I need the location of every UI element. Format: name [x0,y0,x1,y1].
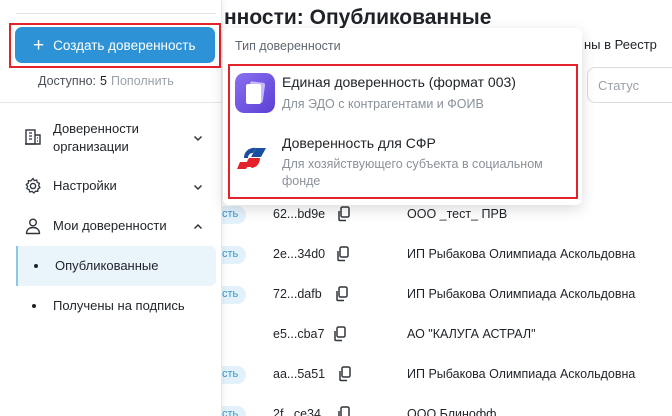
id-cell: 72...dafb [273,287,322,301]
organization-cell: ООО Блинофф [407,407,497,416]
organization-cell: АО "КАЛУГА АСТРАЛ" [407,327,536,341]
id-cell: aa...5a51 [273,367,326,381]
divider [16,13,216,14]
table-row[interactable]: сть 2f...ce34 ООО Блинофф [214,396,672,416]
option-unified-poa[interactable]: Единая доверенность (формат 003) Для ЭДО… [230,68,575,118]
id-cell: 2f...ce34 [273,407,321,416]
sidebar-subitem-published[interactable]: Опубликованные [16,246,216,286]
table-row[interactable]: e5...cba7 АО "КАЛУГА АСТРАЛ" [222,316,672,356]
id-cell: 2e...34d0 [273,247,326,261]
chevron-down-icon [193,184,203,191]
sidebar-item-label: Доверенности организации [53,121,139,154]
bullet [32,304,36,308]
organization-cell: ИП Рыбакова Олимпиада Аскольдовна [407,367,636,381]
status-filter-select[interactable]: Статус [587,67,672,103]
option-title: Единая доверенность (формат 003) [282,74,516,90]
fill-up-link[interactable]: Пополнить [111,74,174,88]
poa-type-dropdown: Тип доверенности Единая доверенность (фо… [223,28,582,205]
sidebar-item-label: Мои доверенности [53,218,167,233]
copy-icon[interactable] [333,326,347,342]
sidebar-subitem-label: Получены на подпись [53,298,185,313]
building-icon [25,129,41,145]
sidebar-item-label: Настройки [53,178,117,193]
sidebar-subitem-received-for-signature[interactable]: Получены на подпись [16,286,216,326]
copy-icon[interactable] [335,286,349,302]
sidebar-subitem-label: Опубликованные [55,258,159,273]
table-row[interactable]: сть 2e...34d0 ИП Рыбакова Олимпиада Аско… [214,236,672,276]
user-icon [25,218,41,235]
chevron-down-icon [193,135,203,142]
sfr-logo-icon [235,137,275,177]
chevron-up-icon [193,223,203,230]
copy-icon[interactable] [338,366,352,382]
table-row[interactable]: сть aa...5a51 ИП Рыбакова Олимпиада Аско… [214,356,672,396]
organization-cell: ООО _тест_ ПРВ [407,207,508,221]
option-title: Доверенность для СФР [282,135,436,151]
copy-icon[interactable] [337,206,351,222]
organization-cell: ИП Рыбакова Олимпиада Аскольдовна [407,287,636,301]
table-row[interactable]: сть 72...dafb ИП Рыбакова Олимпиада Аско… [214,276,672,316]
divider [0,102,221,103]
option-description: Для ЭДО с контрагентами и ФОИВ [282,97,484,111]
available-counter: Доступно: 5 Пополнить [38,74,174,88]
sidebar-item-my-poa[interactable]: Мои доверенности [0,217,221,237]
sidebar: + Создать доверенность Доступно: 5 Пополни… [0,0,222,416]
option-sfr-poa[interactable]: Доверенность для СФР Для хозяйствующего … [230,128,575,198]
sidebar-item-organization-poa[interactable]: Доверенности организации [0,120,221,156]
sidebar-item-settings[interactable]: Настройки [0,177,221,197]
organization-cell: ИП Рыбакова Олимпиада Аскольдовна [407,247,636,261]
available-count: 5 [100,74,107,88]
page-title: нности: Опубликованные [224,6,492,29]
option-description: Для хозяйствующего субъекта в социальном… [282,157,543,188]
copy-icon[interactable] [336,246,350,262]
highlight-frame [9,23,221,68]
id-cell: e5...cba7 [273,327,325,341]
gear-icon [25,177,41,194]
tab-published-to-registry[interactable]: ны в Реестр [584,37,657,52]
copy-icon[interactable] [337,406,351,416]
bullet [34,264,38,268]
dropdown-header: Тип доверенности [235,39,341,53]
id-cell: 62...bd9e [273,207,326,221]
document-logo-icon [235,73,275,113]
